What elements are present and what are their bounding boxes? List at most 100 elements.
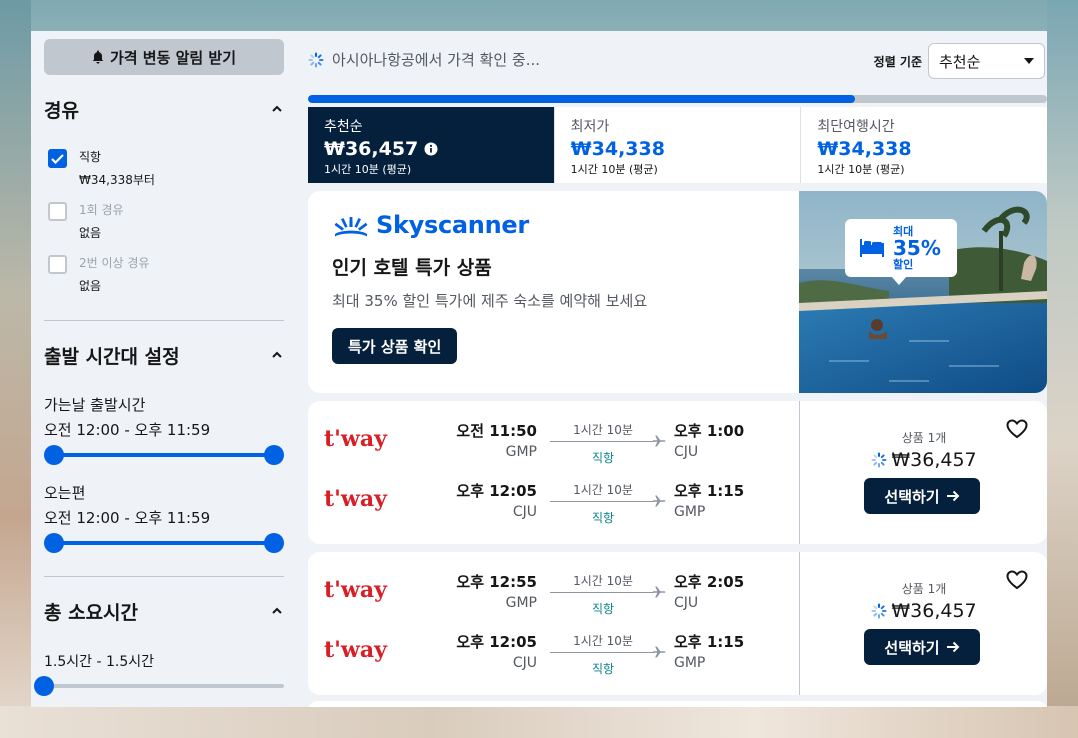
discount-label: 할인 (893, 257, 914, 271)
two-plus-stops-checkbox[interactable] (48, 255, 67, 274)
route-line (550, 592, 654, 593)
flight-card[interactable]: t'way 오후 12:55 GMP 1시간 10분 직항 오후 2:05 CJ… (308, 552, 1047, 695)
search-progress-fill (308, 95, 855, 103)
next-flight-card-peek[interactable] (308, 701, 1047, 707)
flight-card[interactable]: t'way 오전 11:50 GMP 1시간 10분 직항 오후 1:00 CJ… (308, 401, 1047, 544)
info-icon[interactable] (424, 142, 438, 156)
stops-option-one-stop[interactable]: 1회 경유 없음 (48, 202, 124, 241)
discount-text: 최대 35% 할인 (893, 226, 941, 270)
view-deals-button[interactable]: 특가 상품 확인 (332, 328, 458, 364)
tab-cheapest-duration: 1시간 10분 (평균) (570, 163, 658, 176)
sort-select[interactable]: 추천순 (928, 43, 1045, 79)
journey-duration-header[interactable]: 총 소요시간 (44, 597, 284, 625)
journey-duration-slider[interactable] (34, 676, 284, 696)
price-alert-button[interactable]: 가격 변동 알림 받기 (44, 39, 284, 75)
arrival-time: 오후 2:05 (674, 573, 745, 591)
departure-airport: GMP (505, 595, 537, 611)
chevron-up-icon[interactable] (270, 604, 284, 618)
svg-text:t'way: t'way (324, 637, 388, 663)
price-row: ₩36,457 (800, 449, 1047, 471)
departure-airport: CJU (512, 655, 537, 671)
sunburst-logo-icon (334, 217, 368, 237)
stops-option-direct[interactable]: 직항 ₩34,338부터 (48, 149, 155, 188)
tab-best-price-row: ₩36,457 (324, 138, 538, 160)
chevron-up-icon[interactable] (270, 102, 284, 116)
tway-logo: t'way (324, 577, 388, 603)
ad-title: 인기 호텔 특가 상품 (332, 257, 492, 279)
tab-fastest-price: ₩34,338 (817, 138, 912, 160)
background-left (0, 0, 31, 738)
tab-best[interactable]: 추천순 ₩36,457 1시간 10분 (평균) (308, 107, 555, 183)
select-label: 선택하기 (884, 638, 940, 657)
outbound-label: 가는날 출발시간 (44, 396, 146, 414)
one-stop-price: 없음 (79, 226, 102, 240)
filter-sidebar: 가격 변동 알림 받기 경유 직항 ₩34,338부터 1회 경유 없음 2번 … (31, 31, 296, 707)
deals-count: 상품 1개 (901, 582, 947, 596)
sort-label: 정렬 기준 (873, 54, 922, 69)
loading-spinner-icon (871, 452, 887, 468)
slider-handle[interactable] (34, 676, 54, 696)
plane-icon (653, 435, 666, 447)
sort-control: 정렬 기준 추천순 (874, 43, 1045, 79)
slider-handle-end[interactable] (264, 445, 284, 465)
hotel-deal-ad: Skyscanner 인기 호텔 특가 상품 최대 35% 할인 특가에 제주 … (308, 191, 1047, 393)
bell-icon (92, 50, 104, 64)
arrival-airport: GMP (674, 655, 706, 671)
stops-option-two-plus[interactable]: 2번 이상 경유 없음 (48, 255, 149, 294)
direct-checkbox[interactable] (48, 149, 67, 168)
ad-description: 최대 35% 할인 특가에 제주 숙소를 예약해 보세요 (332, 292, 648, 310)
flight-duration: 1시간 10분 (573, 634, 633, 648)
chevron-up-icon[interactable] (270, 348, 284, 362)
sidebar-divider (44, 576, 284, 577)
stops-title: 경유 (44, 99, 79, 122)
select-flight-button[interactable]: 선택하기 (864, 629, 980, 665)
loading-spinner-icon (308, 52, 324, 67)
direct-price: ₩34,338부터 (79, 173, 155, 187)
stops-section-header[interactable]: 경유 (44, 95, 284, 123)
stops-label: 직항 (591, 602, 615, 616)
stops-label: 직항 (591, 511, 615, 525)
journey-duration-range: 1.5시간 - 1.5시간 (44, 654, 155, 670)
flight-itinerary: t'way 오후 12:55 GMP 1시간 10분 직항 오후 2:05 CJ… (308, 552, 799, 695)
svg-text:t'way: t'way (324, 426, 388, 452)
tab-fastest-name: 최단여행시간 (817, 119, 895, 135)
deals-count: 상품 1개 (901, 431, 947, 445)
ad-content: Skyscanner 인기 호텔 특가 상품 최대 35% 할인 특가에 제주 … (332, 211, 782, 364)
flight-price: ₩36,457 (891, 449, 977, 471)
slider-handle-start[interactable] (44, 445, 64, 465)
flight-leg-return: t'way 오후 12:05 CJU 1시간 10분 직항 오후 1:15 GM… (308, 474, 799, 525)
one-stop-checkbox[interactable] (48, 202, 67, 221)
arrival-airport: GMP (674, 504, 706, 520)
departure-times-header[interactable]: 출발 시간대 설정 (44, 341, 284, 369)
outbound-time-slider[interactable] (44, 445, 284, 465)
skyscanner-logo: Skyscanner (332, 211, 782, 239)
slider-handle-end[interactable] (264, 533, 284, 553)
return-range: 오전 12:00 - 오후 11:59 (44, 509, 211, 527)
flight-leg-outbound: t'way 오후 12:55 GMP 1시간 10분 직항 오후 2:05 CJ… (308, 565, 799, 616)
stops-label: 직항 (591, 451, 615, 465)
arrival-time: 오후 1:15 (674, 482, 745, 500)
check-icon (51, 153, 64, 164)
tab-fastest[interactable]: 최단여행시간 ₩34,338 1시간 10분 (평균) (801, 107, 1047, 183)
select-flight-button[interactable]: 선택하기 (864, 478, 980, 514)
arrival-time: 오후 1:15 (674, 633, 745, 651)
flight-leg-return: t'way 오후 12:05 CJU 1시간 10분 직항 오후 1:15 GM… (308, 625, 799, 676)
results-topbar: 아시아나항공에서 가격 확인 중... 정렬 기준 추천순 (308, 43, 1047, 79)
tway-logo: t'way (324, 426, 388, 452)
return-label: 오는편 (44, 484, 86, 502)
background-right (1047, 0, 1078, 738)
return-time-slider[interactable] (44, 533, 284, 553)
slider-handle-start[interactable] (44, 533, 64, 553)
direct-label: 직항 (79, 150, 102, 164)
tab-cheapest[interactable]: 최저가 ₩34,338 1시간 10분 (평균) (555, 107, 802, 183)
loading-text: 아시아나항공에서 가격 확인 중... (332, 51, 541, 69)
loading-spinner-icon (871, 603, 887, 619)
plane-icon (653, 495, 666, 507)
bed-icon (860, 239, 884, 257)
slider-track (54, 453, 274, 457)
search-progress-bar (308, 95, 1047, 103)
tway-logo: t'way (324, 486, 388, 512)
brand-name: Skyscanner (376, 211, 529, 239)
departure-airport: GMP (505, 444, 537, 460)
tab-best-name: 추천순 (324, 119, 363, 135)
